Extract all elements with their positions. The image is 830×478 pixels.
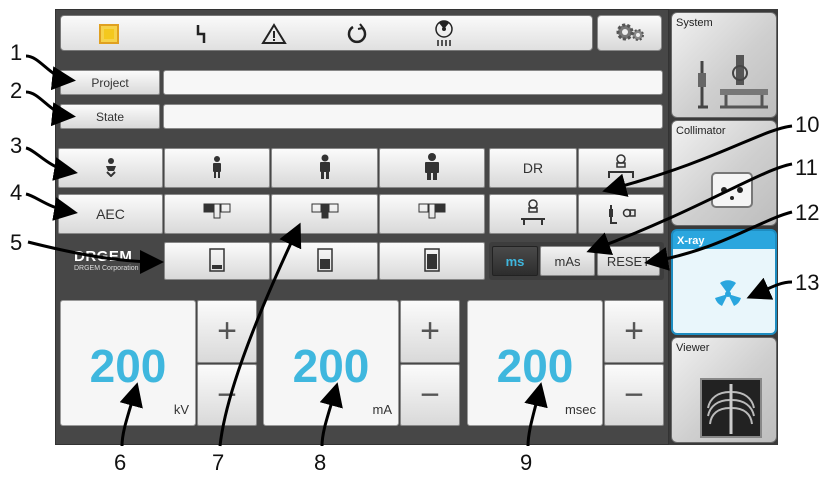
msec-increase-button[interactable]: + (604, 300, 664, 363)
density-low-icon (209, 247, 225, 275)
aec-button[interactable]: AEC (58, 194, 163, 234)
drgem-logo: DRGEM DRGEM Corporation (74, 248, 164, 274)
aec-field-right-button[interactable] (379, 194, 485, 234)
aec-field-center-button[interactable] (271, 194, 378, 234)
collimator-icon (710, 171, 754, 214)
reset-label: RESET (606, 253, 651, 269)
project-label: Project (91, 75, 129, 90)
state-label: State (95, 109, 125, 124)
kv-increase-button[interactable]: + (197, 300, 257, 363)
density-high-icon (424, 247, 440, 275)
aec-field-right-icon (418, 202, 446, 227)
callout-13: 13 (795, 270, 820, 295)
callout-8: 8 (314, 450, 327, 475)
settings-button[interactable] (597, 15, 662, 51)
kv-decrease-button[interactable]: − (197, 364, 257, 426)
aec-field-center-icon (311, 202, 339, 227)
aec-field-left-icon (203, 202, 231, 227)
sidebar-item-label: X-ray (677, 235, 705, 247)
large-patient-icon (424, 152, 440, 184)
wall-stand-icon (605, 201, 637, 228)
dr-label: DR (522, 160, 544, 176)
callout-11: 11 (795, 155, 818, 180)
msec-value: 200 (496, 340, 574, 392)
dr-button[interactable]: DR (489, 148, 577, 188)
density-mid-icon (316, 247, 333, 275)
callout-10: 10 (795, 112, 820, 137)
state-label-button[interactable]: State (60, 104, 160, 129)
density-mid-button[interactable] (271, 242, 378, 280)
callout-7: 7 (212, 450, 225, 475)
plus-icon: + (420, 312, 440, 350)
callout-3: 3 (10, 133, 23, 158)
minus-icon: − (420, 375, 440, 414)
sidebar-item-label: Collimator (676, 125, 726, 137)
callout-1: 1 (10, 40, 23, 65)
sidebar-item-system[interactable]: System (671, 12, 777, 118)
patient-large-button[interactable] (379, 148, 485, 188)
ma-unit: mA (372, 402, 393, 417)
ms-mode-button[interactable]: ms (492, 246, 538, 276)
table-detector-button[interactable] (489, 194, 577, 234)
callout-9: 9 (520, 450, 533, 475)
sidebar-item-label: System (676, 17, 713, 29)
ma-increase-button[interactable]: + (400, 300, 460, 363)
project-label-button[interactable]: Project (60, 70, 160, 95)
callout-2: 2 (10, 78, 23, 103)
minus-icon: − (624, 375, 644, 414)
logo-subtext: DRGEM Corporation (74, 265, 139, 272)
msec-unit: msec (564, 402, 596, 417)
mas-label: mAs (554, 253, 581, 269)
patient-child-button[interactable] (58, 148, 163, 188)
kv-unit: kV (173, 402, 189, 417)
ma-value: 200 (292, 340, 370, 392)
table-detector-icon (518, 198, 548, 230)
xray-radiation-icon (713, 279, 743, 314)
ma-display: 200 mA (263, 300, 399, 426)
ma-decrease-button[interactable]: − (400, 364, 460, 426)
lightning-icon (171, 16, 231, 52)
sidebar-item-collimator[interactable]: Collimator (671, 120, 777, 226)
system-equipment-icon (694, 51, 774, 117)
callout-6: 6 (114, 450, 127, 475)
sidebar-item-viewer[interactable]: Viewer (671, 337, 777, 443)
density-low-button[interactable] (164, 242, 270, 280)
kv-value: 200 (89, 340, 167, 392)
radiation-icon (414, 16, 474, 52)
msec-decrease-button[interactable]: − (604, 364, 664, 426)
square-indicator-icon (79, 16, 139, 52)
density-high-button[interactable] (379, 242, 485, 280)
child-patient-icon (103, 157, 119, 180)
sidebar-item-label: Viewer (676, 342, 710, 354)
gear-icon (613, 21, 647, 46)
aec-field-left-button[interactable] (164, 194, 270, 234)
warning-triangle-icon (244, 16, 304, 52)
kv-display: 200 kV (60, 300, 196, 426)
plus-icon: + (624, 312, 644, 350)
small-patient-icon (211, 155, 223, 182)
status-bar (60, 15, 593, 51)
logo-text: DRGEM (74, 248, 133, 265)
medium-patient-icon (318, 154, 332, 183)
table-tube-button[interactable] (578, 148, 664, 188)
mas-mode-button[interactable]: mAs (540, 246, 595, 276)
power-icon (327, 16, 387, 52)
patient-small-button[interactable] (164, 148, 270, 188)
patient-medium-button[interactable] (271, 148, 378, 188)
table-tube-icon (606, 153, 636, 183)
chest-xray-icon (700, 378, 762, 442)
project-field (163, 70, 663, 95)
wall-stand-button[interactable] (578, 194, 664, 234)
sidebar-item-xray[interactable]: X-ray (671, 229, 777, 335)
reset-button[interactable]: RESET (597, 246, 660, 276)
plus-icon: + (217, 312, 237, 350)
callout-5: 5 (10, 230, 23, 255)
callout-12: 12 (795, 200, 820, 225)
state-field (163, 104, 663, 129)
ms-label: ms (505, 253, 525, 269)
callout-4: 4 (10, 180, 23, 205)
aec-label: AEC (96, 206, 125, 222)
minus-icon: − (217, 375, 237, 414)
msec-display: 200 msec (467, 300, 603, 426)
